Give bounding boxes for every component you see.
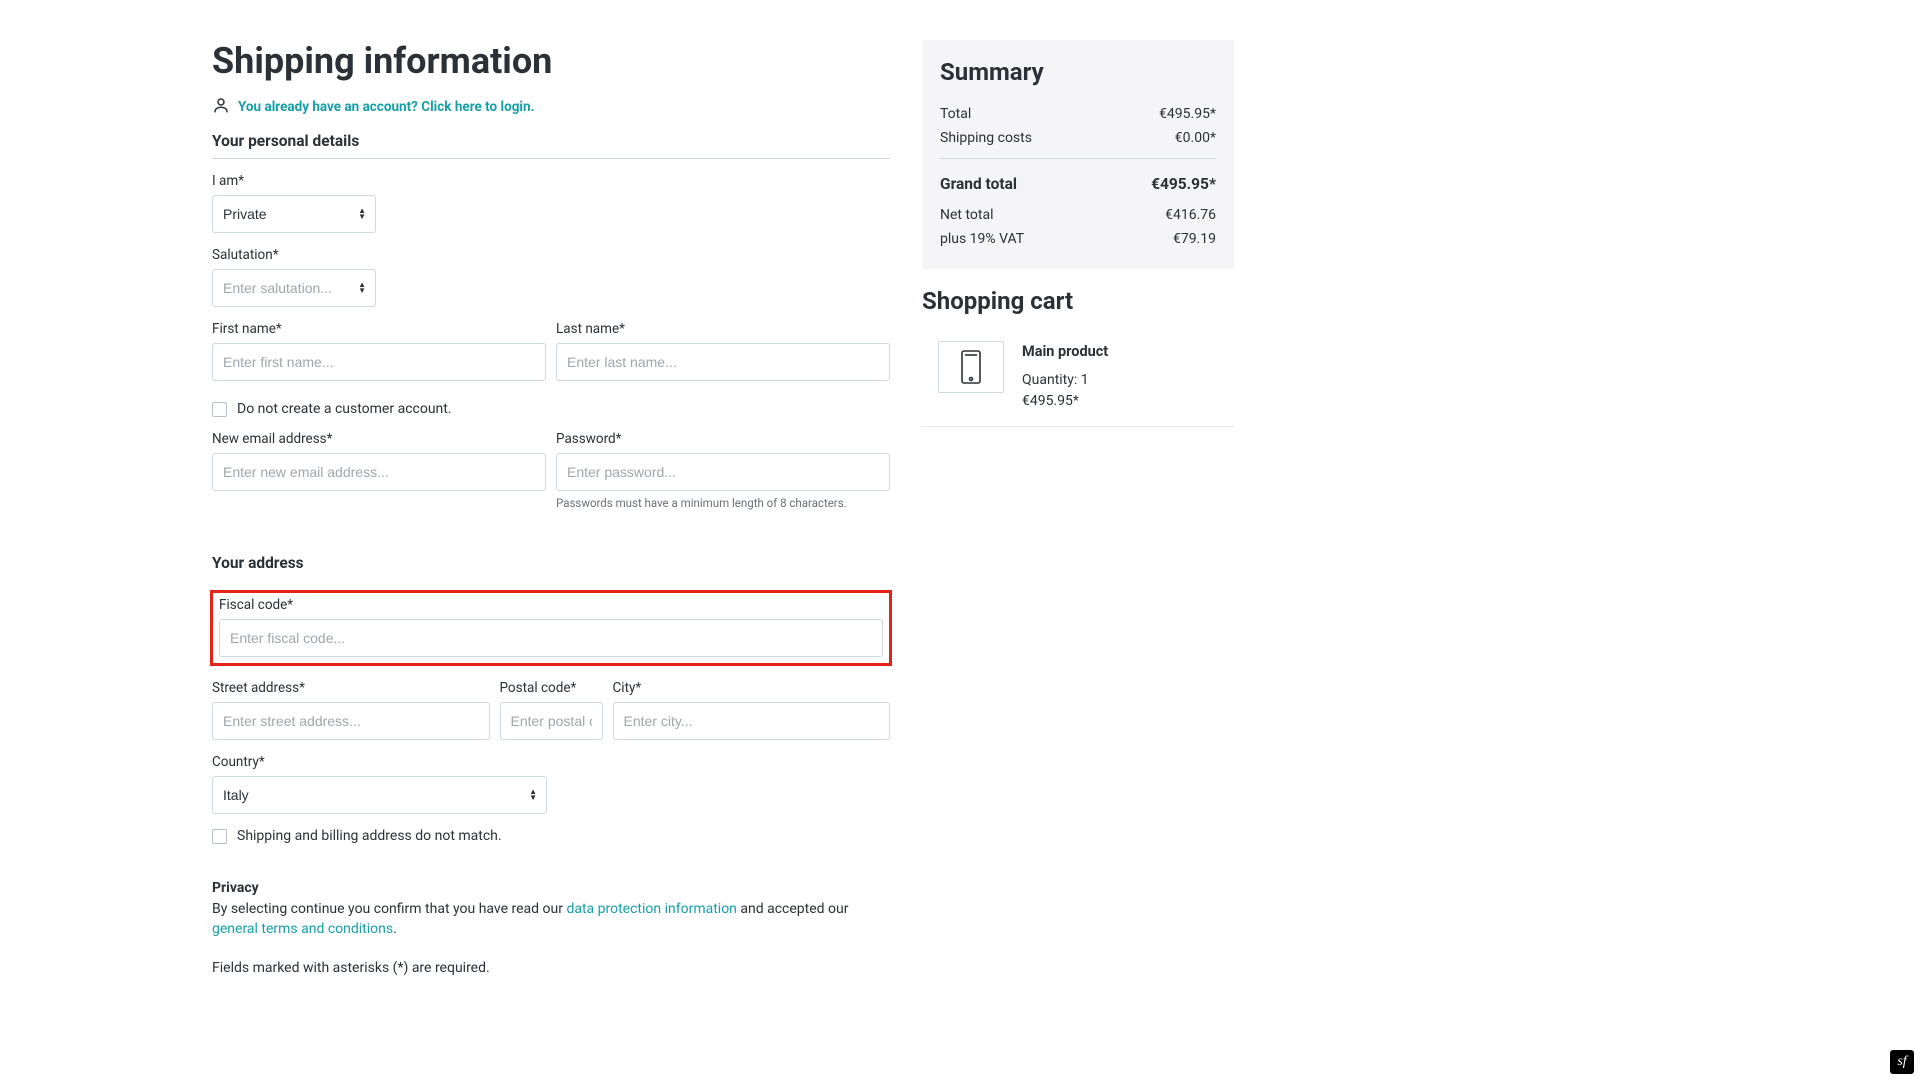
fiscal-input[interactable] bbox=[219, 619, 883, 657]
no-account-checkbox[interactable] bbox=[212, 402, 227, 417]
personal-details-heading: Your personal details bbox=[212, 132, 890, 159]
iam-label: I am* bbox=[212, 173, 890, 189]
cart-item-name: Main product bbox=[1022, 343, 1234, 360]
summary-vat-label: plus 19% VAT bbox=[940, 231, 1024, 247]
lastname-label: Last name* bbox=[556, 321, 890, 337]
product-thumb bbox=[938, 341, 1004, 393]
postal-input[interactable] bbox=[500, 702, 603, 740]
billing-mismatch-checkbox[interactable] bbox=[212, 829, 227, 844]
divider bbox=[940, 158, 1216, 159]
iam-select[interactable]: Private bbox=[212, 195, 376, 233]
street-input[interactable] bbox=[212, 702, 490, 740]
summary-shipping-label: Shipping costs bbox=[940, 130, 1032, 146]
symfony-badge-icon[interactable]: sf bbox=[1890, 1050, 1914, 1074]
city-input[interactable] bbox=[613, 702, 891, 740]
email-label: New email address* bbox=[212, 431, 546, 447]
billing-mismatch-label: Shipping and billing address do not matc… bbox=[237, 828, 502, 844]
password-input[interactable] bbox=[556, 453, 890, 491]
salutation-select[interactable]: Enter salutation... bbox=[212, 269, 376, 307]
address-heading: Your address bbox=[212, 554, 890, 580]
postal-label: Postal code* bbox=[500, 680, 603, 696]
data-protection-link[interactable]: data protection information bbox=[566, 901, 736, 917]
summary-shipping-value: €0.00* bbox=[1175, 130, 1216, 146]
country-select[interactable]: Italy bbox=[212, 776, 547, 814]
cart-item: Main product Quantity: 1 €495.95* bbox=[922, 331, 1234, 427]
summary-grand-value: €495.95* bbox=[1151, 175, 1216, 193]
summary-total-label: Total bbox=[940, 106, 971, 122]
cart-item-price: €495.95* bbox=[1022, 391, 1234, 412]
salutation-label: Salutation* bbox=[212, 247, 890, 263]
firstname-label: First name* bbox=[212, 321, 546, 337]
cart-heading: Shopping cart bbox=[922, 287, 1234, 315]
password-label: Password* bbox=[556, 431, 890, 447]
login-link[interactable]: You already have an account? Click here … bbox=[238, 99, 534, 115]
email-input[interactable] bbox=[212, 453, 546, 491]
privacy-text: By selecting continue you confirm that y… bbox=[212, 899, 890, 940]
page-title: Shipping information bbox=[212, 40, 890, 82]
fiscal-code-highlight: Fiscal code* bbox=[210, 590, 892, 666]
summary-net-value: €416.76 bbox=[1165, 207, 1216, 223]
user-icon bbox=[212, 96, 230, 118]
summary-net-label: Net total bbox=[940, 207, 994, 223]
country-label: Country* bbox=[212, 754, 890, 770]
summary-card: Summary Total €495.95* Shipping costs €0… bbox=[922, 40, 1234, 269]
no-account-label: Do not create a customer account. bbox=[237, 401, 452, 417]
password-helper: Passwords must have a minimum length of … bbox=[556, 496, 890, 510]
summary-total-value: €495.95* bbox=[1159, 106, 1216, 122]
fiscal-label: Fiscal code* bbox=[219, 597, 883, 613]
firstname-input[interactable] bbox=[212, 343, 546, 381]
summary-vat-value: €79.19 bbox=[1173, 231, 1216, 247]
required-note: Fields marked with asterisks (*) are req… bbox=[212, 960, 890, 976]
terms-link[interactable]: general terms and conditions bbox=[212, 921, 393, 937]
street-label: Street address* bbox=[212, 680, 490, 696]
city-label: City* bbox=[613, 680, 891, 696]
lastname-input[interactable] bbox=[556, 343, 890, 381]
privacy-heading: Privacy bbox=[212, 880, 890, 896]
summary-heading: Summary bbox=[940, 58, 1216, 86]
cart-item-qty: Quantity: 1 bbox=[1022, 370, 1234, 391]
summary-grand-label: Grand total bbox=[940, 175, 1017, 193]
